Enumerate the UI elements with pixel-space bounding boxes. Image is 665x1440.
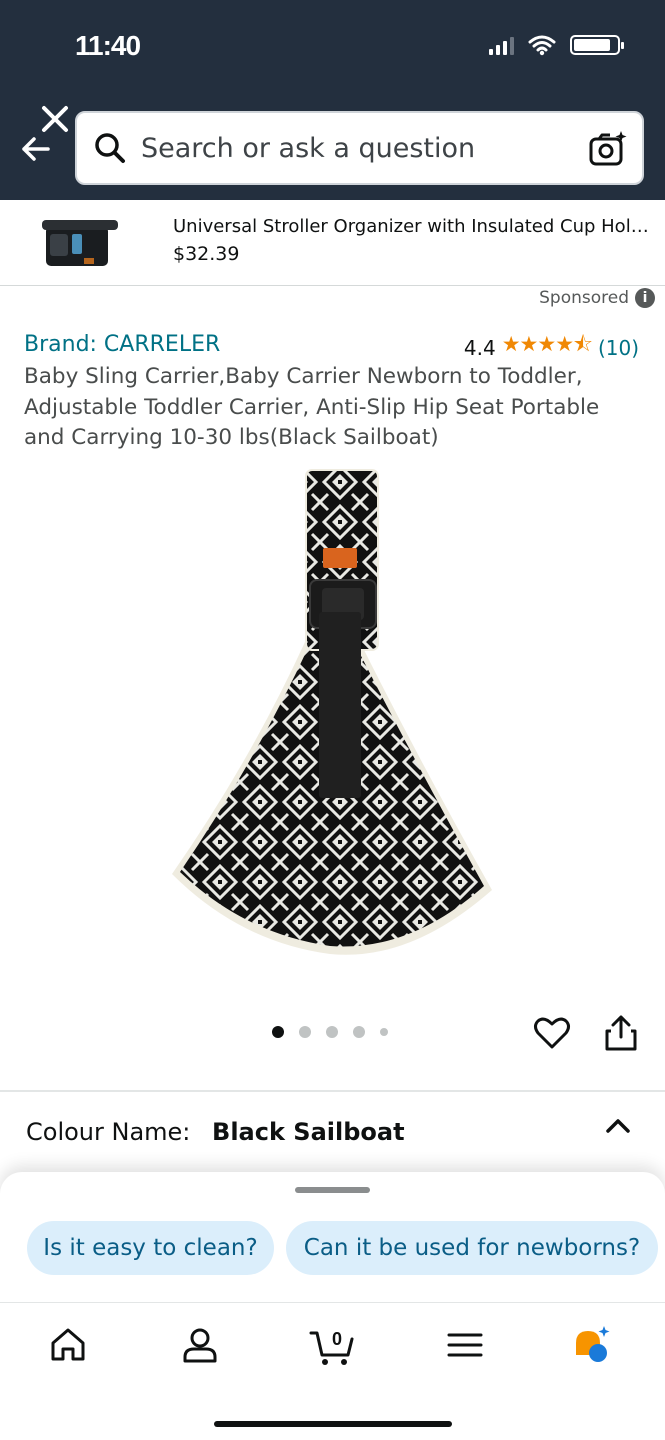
sponsored-product-banner[interactable]: Universal Stroller Organizer with Insula… (0, 200, 665, 286)
status-time: 11:40 (75, 30, 141, 61)
back-close-icon[interactable] (18, 100, 76, 168)
wifi-icon (528, 35, 556, 56)
search-icon (95, 133, 125, 163)
sponsored-label[interactable]: Sponsored i (539, 288, 655, 308)
sheet-grabber[interactable] (295, 1187, 370, 1193)
home-icon[interactable] (48, 1325, 88, 1365)
rating-value: 4.4 (463, 335, 496, 360)
signal-icon (489, 35, 514, 55)
share-icon[interactable] (602, 1013, 640, 1053)
bottom-navigation: 0 (0, 1302, 665, 1440)
rufus-icon[interactable] (572, 1325, 612, 1365)
carousel-dot[interactable] (380, 1028, 388, 1036)
battery-icon (570, 35, 624, 55)
camera-search-icon[interactable] (588, 129, 628, 169)
carousel-dot[interactable] (353, 1026, 365, 1038)
section-divider (0, 1090, 665, 1092)
product-title: Baby Sling Carrier,Baby Carrier Newborn … (24, 364, 600, 450)
brand-link[interactable]: Brand: CARRELER (24, 332, 220, 357)
sponsored-text: Sponsored (539, 288, 629, 308)
star-rating-icon: ★★★★⯪ (501, 332, 593, 356)
sponsored-product-thumbnail (42, 220, 118, 266)
colour-value: Black Sailboat (212, 1118, 405, 1146)
image-carousel-dots[interactable] (272, 1026, 388, 1038)
colour-label: Colour Name: (26, 1118, 191, 1146)
info-icon[interactable]: i (635, 288, 655, 308)
carousel-dot[interactable] (299, 1026, 311, 1038)
app-header: 11:40 Search or ask a question (0, 0, 665, 200)
chevron-up-icon[interactable] (605, 1116, 631, 1136)
cart-icon[interactable]: 0 (308, 1321, 356, 1369)
heart-icon[interactable] (533, 1014, 571, 1052)
carousel-dot[interactable] (326, 1026, 338, 1038)
sponsored-product-price: $32.39 (173, 243, 240, 265)
search-bar[interactable]: Search or ask a question (75, 111, 644, 185)
account-icon[interactable] (180, 1325, 220, 1365)
colour-selector[interactable]: Colour Name: Black Sailboat (26, 1118, 405, 1146)
product-image[interactable] (160, 462, 505, 962)
home-indicator (214, 1421, 452, 1427)
suggestion-chip-newborns[interactable]: Can it be used for newborns? (286, 1221, 658, 1275)
rating-summary[interactable]: 4.4 ★★★★⯪ (10) (464, 330, 639, 365)
menu-icon[interactable] (445, 1325, 485, 1365)
search-input[interactable]: Search or ask a question (141, 133, 475, 164)
cart-count: 0 (332, 1329, 342, 1349)
rating-count[interactable]: (10) (598, 336, 639, 360)
status-icons (489, 34, 624, 56)
carousel-dot[interactable] (272, 1026, 284, 1038)
sponsored-product-title[interactable]: Universal Stroller Organizer with Insula… (173, 216, 658, 237)
suggestion-chip-clean[interactable]: Is it easy to clean? (27, 1221, 274, 1275)
